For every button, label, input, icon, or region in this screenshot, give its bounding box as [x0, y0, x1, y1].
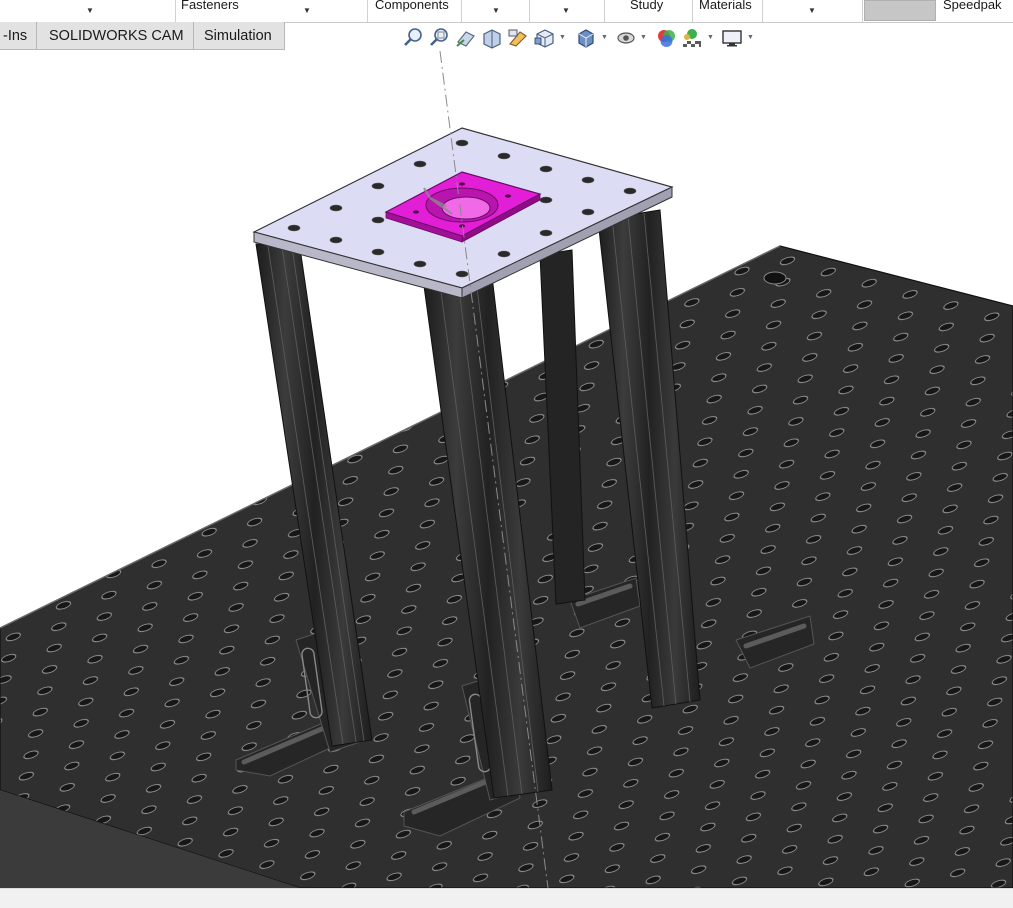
materials-label: Materials	[699, 0, 752, 12]
fasteners-button[interactable]: Fasteners ▼	[175, 0, 368, 22]
speedpak-button[interactable]: Speedpak	[935, 0, 1013, 22]
speedpak-label: Speedpak	[943, 0, 1002, 12]
dropdown-arrow-icon[interactable]: ▼	[562, 6, 570, 15]
components-button[interactable]: Components	[367, 0, 462, 22]
view-orientation-icon[interactable]	[532, 26, 556, 50]
dropdown-arrow-icon[interactable]: ▼	[492, 6, 500, 15]
highlighted-command-button[interactable]	[864, 0, 936, 21]
study-button[interactable]: Study	[604, 0, 693, 22]
dropdown-arrow-icon[interactable]: ▼	[601, 34, 608, 41]
section-view-icon[interactable]	[480, 26, 504, 50]
dropdown-arrow-icon[interactable]: ▼	[808, 6, 816, 15]
previous-view-icon[interactable]	[454, 26, 478, 50]
tab-solidworks-cam[interactable]: SOLIDWORKS CAM	[36, 22, 194, 50]
tab-add-ins[interactable]: -Ins	[0, 22, 37, 50]
tab-simulation[interactable]: Simulation	[193, 22, 285, 50]
cmd-cell[interactable]: ▼	[0, 0, 176, 22]
dropdown-arrow-icon[interactable]: ▼	[86, 6, 94, 15]
dropdown-arrow-icon[interactable]: ▼	[640, 34, 647, 41]
zoom-to-fit-icon[interactable]	[402, 26, 426, 50]
dropdown-arrow-icon[interactable]: ▼	[707, 34, 714, 41]
dropdown-arrow-icon[interactable]: ▼	[559, 34, 566, 41]
cmd-cell[interactable]: ▼	[529, 0, 605, 22]
display-style-icon[interactable]	[574, 26, 598, 50]
edit-appearance-icon[interactable]	[654, 26, 678, 50]
dropdown-arrow-icon[interactable]: ▼	[303, 6, 311, 15]
heads-up-view-toolbar: ▼ ▼ ▼ ▼ ▼	[402, 26, 758, 50]
components-label: Components	[375, 0, 449, 12]
view-settings-icon[interactable]	[720, 26, 744, 50]
dynamic-annotation-icon[interactable]	[506, 26, 530, 50]
apply-scene-icon[interactable]	[680, 26, 704, 50]
materials-button[interactable]: Materials	[692, 0, 763, 22]
hide-show-icon[interactable]	[614, 26, 638, 50]
study-label: Study	[630, 0, 664, 12]
cmd-cell[interactable]: ▼	[461, 0, 530, 22]
status-bar	[0, 888, 1013, 908]
fasteners-label: Fasteners	[181, 0, 239, 12]
command-manager: ▼ Fasteners ▼ Components ▼ ▼ Study Mater…	[0, 0, 1013, 23]
cmd-cell[interactable]: ▼	[762, 0, 863, 22]
graphics-area[interactable]	[0, 51, 1013, 888]
dropdown-arrow-icon[interactable]: ▼	[747, 34, 754, 41]
zoom-to-area-icon[interactable]	[428, 26, 452, 50]
